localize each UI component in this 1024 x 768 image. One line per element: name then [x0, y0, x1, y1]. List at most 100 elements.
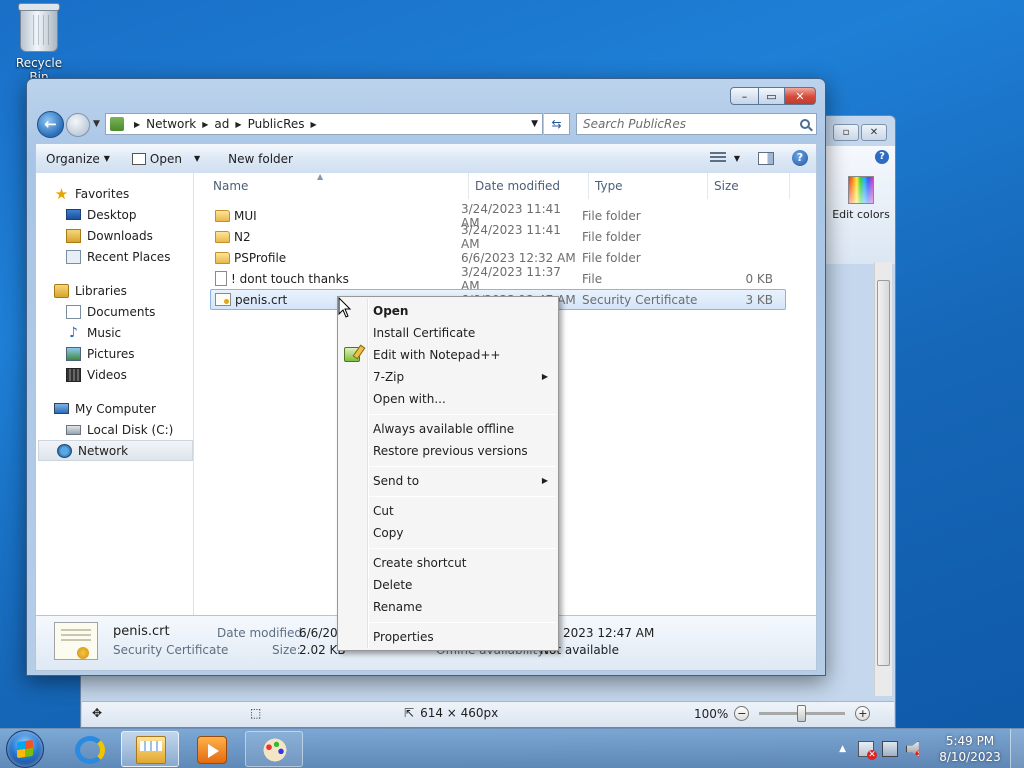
search-icon[interactable]	[800, 119, 810, 129]
nav-label: Favorites	[75, 186, 130, 201]
menu-label: Create shortcut	[373, 556, 467, 570]
menu-label: Rename	[373, 600, 423, 614]
menu-item-open-with[interactable]: Open with...	[340, 388, 556, 410]
file-row[interactable]: N2 3/24/2023 11:41 AM File folder	[211, 223, 785, 251]
desktop-icon	[66, 209, 81, 220]
menu-item-edit-notepad-plus-plus[interactable]: Edit with Notepad++	[340, 344, 556, 366]
details-date-label: Date modified:	[217, 626, 307, 640]
nav-network[interactable]: Network	[38, 440, 193, 461]
certificate-icon	[215, 293, 231, 306]
menu-item-install-certificate[interactable]: Install Certificate	[340, 322, 556, 344]
menu-item-copy[interactable]: Copy	[340, 522, 556, 544]
column-header-type[interactable]: Type	[589, 173, 708, 199]
paint-close-button[interactable]: ✕	[861, 124, 887, 141]
column-header-size[interactable]: Size	[708, 173, 790, 199]
breadcrumb-network[interactable]: Network	[146, 117, 196, 131]
maximize-button[interactable]: ▭	[759, 87, 785, 105]
file-row[interactable]: ! dont touch thanks 3/24/2023 11:37 AM F…	[211, 265, 785, 293]
zoom-slider[interactable]	[759, 705, 846, 722]
nav-downloads[interactable]: Downloads	[36, 225, 193, 246]
nav-my-computer[interactable]: My Computer	[36, 398, 193, 419]
paint-status-bar: ✥ ⬚ ⇱ 614 × 460px 100% − +	[82, 701, 894, 727]
open-button[interactable]: Open ▼	[131, 152, 200, 166]
breadcrumb-publicres[interactable]: PublicRes	[248, 117, 305, 131]
menu-separator	[368, 496, 556, 497]
chevron-down-icon: ▼	[103, 154, 110, 163]
change-view-button[interactable]: ▼	[709, 152, 740, 164]
address-dropdown-icon[interactable]: ▼	[531, 119, 538, 129]
paint-maximize-button[interactable]: ▫	[833, 124, 859, 141]
nav-videos[interactable]: Videos	[36, 364, 193, 385]
column-label: Date modified	[475, 179, 561, 193]
nav-recent-places[interactable]: Recent Places	[36, 246, 193, 267]
file-type: File folder	[582, 229, 641, 244]
scrollbar-thumb[interactable]	[877, 280, 890, 666]
nav-music[interactable]: ♪ Music	[36, 322, 193, 343]
menu-item-7zip[interactable]: 7-Zip ▶	[340, 366, 556, 388]
preview-pane-icon[interactable]	[758, 151, 774, 165]
menu-item-properties[interactable]: Properties	[340, 626, 556, 648]
chevron-down-icon[interactable]: ▼	[194, 154, 200, 163]
taskbar-internet-explorer[interactable]	[60, 731, 118, 767]
start-button[interactable]	[6, 730, 44, 768]
recent-places-icon	[66, 249, 81, 264]
recycle-bin[interactable]: Recycle Bin	[6, 3, 72, 84]
breadcrumb-ad[interactable]: ad	[214, 117, 229, 131]
action-center-icon[interactable]	[858, 741, 877, 760]
edit-colors-button[interactable]: Edit colors	[832, 176, 890, 221]
zoom-in-button[interactable]: +	[855, 706, 871, 721]
nav-desktop[interactable]: Desktop	[36, 204, 193, 225]
breadcrumb-separator[interactable]: ▶	[202, 120, 208, 129]
search-input[interactable]: Search PublicRes	[576, 113, 817, 135]
taskbar-paint[interactable]	[245, 731, 303, 767]
nav-pictures[interactable]: Pictures	[36, 343, 193, 364]
nav-favorites[interactable]: ★ Favorites	[36, 183, 193, 204]
show-desktop-button[interactable]	[1010, 729, 1024, 768]
nav-local-disk[interactable]: Local Disk (C:)	[36, 419, 193, 440]
zoom-slider-knob[interactable]	[797, 705, 807, 722]
file-type: File folder	[582, 250, 641, 265]
taskbar-media-player[interactable]	[182, 731, 240, 767]
menu-item-create-shortcut[interactable]: Create shortcut	[340, 552, 556, 574]
paint-help-icon[interactable]: ?	[875, 150, 889, 164]
menu-item-rename[interactable]: Rename	[340, 596, 556, 618]
taskbar-windows-explorer[interactable]	[121, 731, 179, 767]
menu-item-open[interactable]: Open	[340, 300, 556, 322]
nav-documents[interactable]: Documents	[36, 301, 193, 322]
clock[interactable]: 5:49 PM 8/10/2023	[930, 733, 1010, 765]
menu-item-always-available-offline[interactable]: Always available offline	[340, 418, 556, 440]
nav-libraries[interactable]: Libraries	[36, 280, 193, 301]
back-button[interactable]: ←	[37, 111, 64, 138]
menu-item-restore-previous-versions[interactable]: Restore previous versions	[340, 440, 556, 462]
new-folder-label: New folder	[228, 151, 293, 166]
breadcrumb-separator[interactable]: ▶	[235, 120, 241, 129]
help-icon[interactable]: ?	[792, 150, 808, 166]
navigation-row: ← ▼ ▶ Network ▶ ad ▶ PublicRes ▶ ▼ ⇆ Sea…	[35, 111, 817, 139]
menu-item-cut[interactable]: Cut	[340, 500, 556, 522]
show-hidden-icons-icon[interactable]: ▲	[839, 744, 846, 754]
star-icon: ★	[54, 184, 69, 203]
paint-vertical-scrollbar[interactable]	[874, 262, 892, 696]
minimize-button[interactable]: –	[730, 87, 759, 105]
address-bar[interactable]: ▶ Network ▶ ad ▶ PublicRes ▶ ▼	[105, 113, 543, 135]
column-header-name[interactable]: ▲ Name	[195, 172, 469, 199]
menu-item-send-to[interactable]: Send to ▶	[340, 470, 556, 492]
menu-separator	[368, 414, 556, 415]
recent-pages-dropdown[interactable]: ▼	[93, 119, 100, 129]
network-status-icon[interactable]	[882, 741, 898, 757]
volume-icon[interactable]	[906, 741, 919, 757]
forward-button[interactable]	[66, 113, 90, 137]
breadcrumb-separator[interactable]: ▶	[311, 120, 317, 129]
breadcrumb-separator[interactable]: ▶	[134, 120, 140, 129]
menu-separator	[368, 548, 556, 549]
column-label: Name	[213, 179, 249, 193]
new-folder-button[interactable]: New folder	[228, 152, 293, 166]
command-bar: Organize ▼ Open ▼ New folder ▼ ?	[35, 143, 817, 173]
zoom-out-button[interactable]: −	[734, 706, 750, 721]
organize-button[interactable]: Organize ▼	[46, 152, 110, 166]
nav-label: Recent Places	[87, 249, 171, 264]
column-header-date-modified[interactable]: Date modified	[469, 173, 589, 199]
menu-item-delete[interactable]: Delete	[340, 574, 556, 596]
close-button[interactable]: ✕	[785, 87, 816, 105]
refresh-button[interactable]: ⇆	[544, 113, 570, 135]
